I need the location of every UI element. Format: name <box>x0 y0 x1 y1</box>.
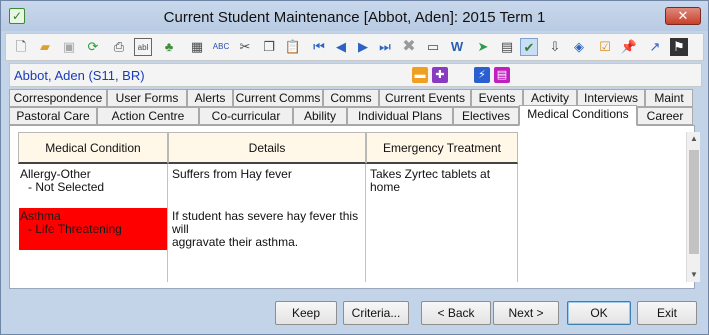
flag-icon[interactable]: ⚑ <box>670 38 688 56</box>
medical-conditions-panel: Medical Condition Details Emergency Trea… <box>9 125 700 289</box>
column-separator <box>365 164 366 282</box>
abl-icon[interactable]: abl <box>134 38 152 56</box>
tab-action-centre[interactable]: Action Centre <box>97 107 199 125</box>
card-icon[interactable]: ▭ <box>424 38 442 56</box>
approve-icon[interactable]: ✔ <box>520 38 538 56</box>
column-separator <box>167 164 168 282</box>
scroll-thumb[interactable] <box>689 150 699 254</box>
last-record-icon[interactable]: ⏭ <box>376 38 394 56</box>
tab-electives[interactable]: Electives <box>453 107 519 125</box>
condition-severity: - Not Selected <box>28 180 105 194</box>
main-window: ✓ Current Student Maintenance [Abbot, Ad… <box>0 0 709 335</box>
tab-alerts[interactable]: Alerts <box>187 89 233 107</box>
clipboard-icon[interactable]: ▤ <box>498 38 516 56</box>
word-icon[interactable]: W <box>448 38 466 56</box>
checklist-icon[interactable]: ☑ <box>596 38 614 56</box>
keep-button[interactable]: Keep <box>275 301 337 325</box>
tab-career[interactable]: Career <box>637 107 693 125</box>
tab-comms[interactable]: Comms <box>323 89 379 107</box>
first-record-icon[interactable]: ⏮ <box>310 38 328 56</box>
table-row-treatment[interactable]: Takes Zyrtec tablets at home <box>370 168 516 194</box>
tag-icon[interactable]: ◈ <box>570 38 588 56</box>
delete-icon[interactable]: ✖ <box>400 38 418 56</box>
table-row-details[interactable]: Suffers from Hay fever <box>172 168 362 181</box>
tab-current-events[interactable]: Current Events <box>379 89 471 107</box>
student-label: Abbot, Aden (S11, BR) <box>14 68 145 83</box>
details-line: If student has severe hay fever this wil… <box>172 209 359 236</box>
comment-icon[interactable]: ▬ <box>412 67 428 83</box>
cut-icon[interactable]: ✂ <box>236 38 254 56</box>
details-line: aggravate their asthma. <box>172 235 299 249</box>
download-tray-icon[interactable]: ⇩ <box>546 38 564 56</box>
tab-current-comms[interactable]: Current Comms <box>233 89 323 107</box>
tab-individual-plans[interactable]: Individual Plans <box>347 107 453 125</box>
condition-severity: - Life Threatening <box>28 222 122 236</box>
ok-button[interactable]: OK <box>567 301 631 325</box>
column-header-emergency-treatment[interactable]: Emergency Treatment <box>366 132 518 164</box>
column-header-details[interactable]: Details <box>168 132 366 164</box>
save-icon[interactable]: ▣ <box>60 38 78 56</box>
tab-pastoral-care[interactable]: Pastoral Care <box>9 107 97 125</box>
next-button[interactable]: Next > <box>493 301 559 325</box>
spellcheck-icon[interactable]: ABC <box>212 38 230 56</box>
pin-icon[interactable]: 📌 <box>620 38 638 56</box>
student-bar: Abbot, Aden (S11, BR) ▬ ✚ ⚡ ▤ <box>9 63 702 87</box>
title-bar: ✓ Current Student Maintenance [Abbot, Ad… <box>1 1 708 31</box>
open-folder-icon[interactable]: ▰ <box>36 38 54 56</box>
scroll-down-icon[interactable]: ▼ <box>687 268 701 282</box>
copy-icon[interactable]: ❐ <box>260 38 278 56</box>
table-row-condition-highlighted[interactable]: Asthma - Life Threatening <box>19 208 167 250</box>
next-record-icon[interactable]: ▶ <box>354 38 372 56</box>
table-row-details[interactable]: If student has severe hay fever this wil… <box>172 210 364 249</box>
tab-co-curricular[interactable]: Co-curricular <box>199 107 293 125</box>
exit-button[interactable]: Exit <box>637 301 697 325</box>
window-title: Current Student Maintenance [Abbot, Aden… <box>163 9 546 26</box>
scroll-up-icon[interactable]: ▲ <box>687 132 701 146</box>
vertical-scrollbar[interactable]: ▲ ▼ <box>686 132 700 282</box>
column-separator <box>517 164 518 282</box>
puzzle-icon[interactable]: ✚ <box>432 67 448 83</box>
column-header-medical-condition[interactable]: Medical Condition <box>18 132 168 164</box>
document-list-icon[interactable]: ▤ <box>494 67 510 83</box>
arrow-up-right-icon[interactable]: ↗ <box>646 38 664 56</box>
tree-icon[interactable]: ♣ <box>160 38 178 56</box>
table-row-condition[interactable]: Allergy-Other - Not Selected <box>20 168 166 194</box>
previous-record-icon[interactable]: ◀ <box>332 38 350 56</box>
criteria-button[interactable]: Criteria... <box>343 301 409 325</box>
toolbar: 🗋 ▰ ▣ ⟳ ⎙ abl ♣ ▦ ABC ✂ ❐ 📋 ⏮ ◀ ▶ ⏭ ✖ ▭ … <box>5 33 704 61</box>
tab-events[interactable]: Events <box>471 89 523 107</box>
print-icon[interactable]: ⎙ <box>110 38 128 56</box>
new-icon[interactable]: 🗋 <box>12 38 30 56</box>
tab-maint[interactable]: Maint <box>645 89 693 107</box>
refresh-icon[interactable]: ⟳ <box>84 38 102 56</box>
tab-medical-conditions[interactable]: Medical Conditions <box>519 105 637 126</box>
paste-icon[interactable]: 📋 <box>284 38 302 56</box>
tab-correspondence[interactable]: Correspondence <box>9 89 107 107</box>
back-button[interactable]: < Back <box>421 301 491 325</box>
medical-conditions-grid: Medical Condition Details Emergency Trea… <box>18 132 676 282</box>
calculator-icon[interactable]: ▦ <box>188 38 206 56</box>
arrow-import-icon[interactable]: ➤ <box>474 38 492 56</box>
flash-icon[interactable]: ⚡ <box>474 67 490 83</box>
tab-user-forms[interactable]: User Forms <box>107 89 187 107</box>
close-button[interactable]: ✕ <box>665 7 701 25</box>
tab-ability[interactable]: Ability <box>293 107 347 125</box>
